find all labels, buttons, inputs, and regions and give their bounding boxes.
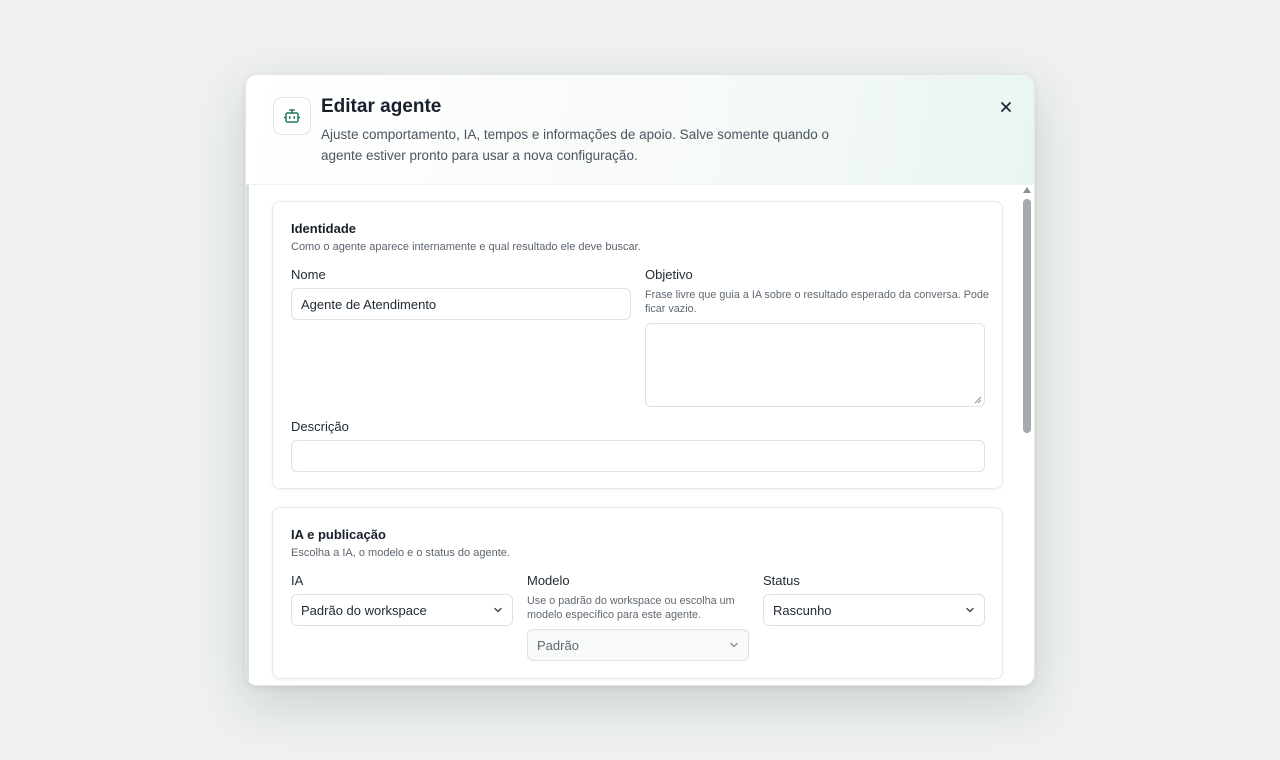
dialog-title: Editar agente — [321, 96, 442, 117]
ia-select[interactable]: Padrão do workspace — [291, 594, 513, 626]
scroll-up-arrow-icon[interactable] — [1023, 187, 1031, 193]
model-select[interactable]: Padrão — [527, 629, 749, 661]
status-select-value: Rascunho — [773, 602, 832, 618]
section-description: Escolha a IA, o modelo e o status do age… — [291, 547, 510, 559]
model-select-value: Padrão — [537, 637, 579, 653]
model-help: Use o padrão do workspace ou escolha um … — [527, 595, 735, 621]
status-select[interactable]: Rascunho — [763, 594, 985, 626]
close-button[interactable] — [994, 95, 1018, 119]
ai-publication-section: IA e publicação Escolha a IA, o modelo e… — [272, 507, 1003, 679]
objective-help: Frase livre que guia a IA sobre o result… — [645, 289, 989, 315]
name-input[interactable]: Agente de Atendimento — [291, 288, 631, 320]
dialog-header: Editar agente Ajuste comportamento, IA, … — [246, 75, 1034, 185]
resize-grip-icon[interactable] — [974, 396, 982, 404]
chevron-down-icon — [729, 640, 739, 650]
close-icon — [1001, 102, 1011, 112]
objective-label: Objetivo — [645, 267, 693, 282]
description-input[interactable] — [291, 440, 985, 472]
scrollbar-thumb[interactable] — [1023, 199, 1031, 433]
chevron-down-icon — [965, 605, 975, 615]
section-title: Identidade — [291, 221, 357, 236]
bot-icon — [273, 97, 311, 135]
section-title: IA e publicação — [291, 527, 386, 542]
objective-textarea[interactable] — [645, 323, 985, 407]
dialog-body: Identidade Como o agente aparece interna… — [246, 185, 1034, 685]
model-label: Modelo — [527, 573, 570, 588]
ia-label: IA — [291, 573, 304, 588]
status-label: Status — [763, 573, 800, 588]
identity-section: Identidade Como o agente aparece interna… — [272, 201, 1003, 489]
section-description: Como o agente aparece internamente e qua… — [291, 241, 641, 253]
name-label: Nome — [291, 267, 326, 282]
scrollbar[interactable] — [1022, 187, 1032, 683]
dialog-subtitle: Ajuste comportamento, IA, tempos e infor… — [321, 127, 830, 163]
description-label: Descrição — [291, 419, 349, 434]
chevron-down-icon — [493, 605, 503, 615]
name-input-value: Agente de Atendimento — [301, 296, 437, 312]
ia-select-value: Padrão do workspace — [301, 602, 427, 618]
edit-agent-dialog: Editar agente Ajuste comportamento, IA, … — [245, 74, 1035, 686]
